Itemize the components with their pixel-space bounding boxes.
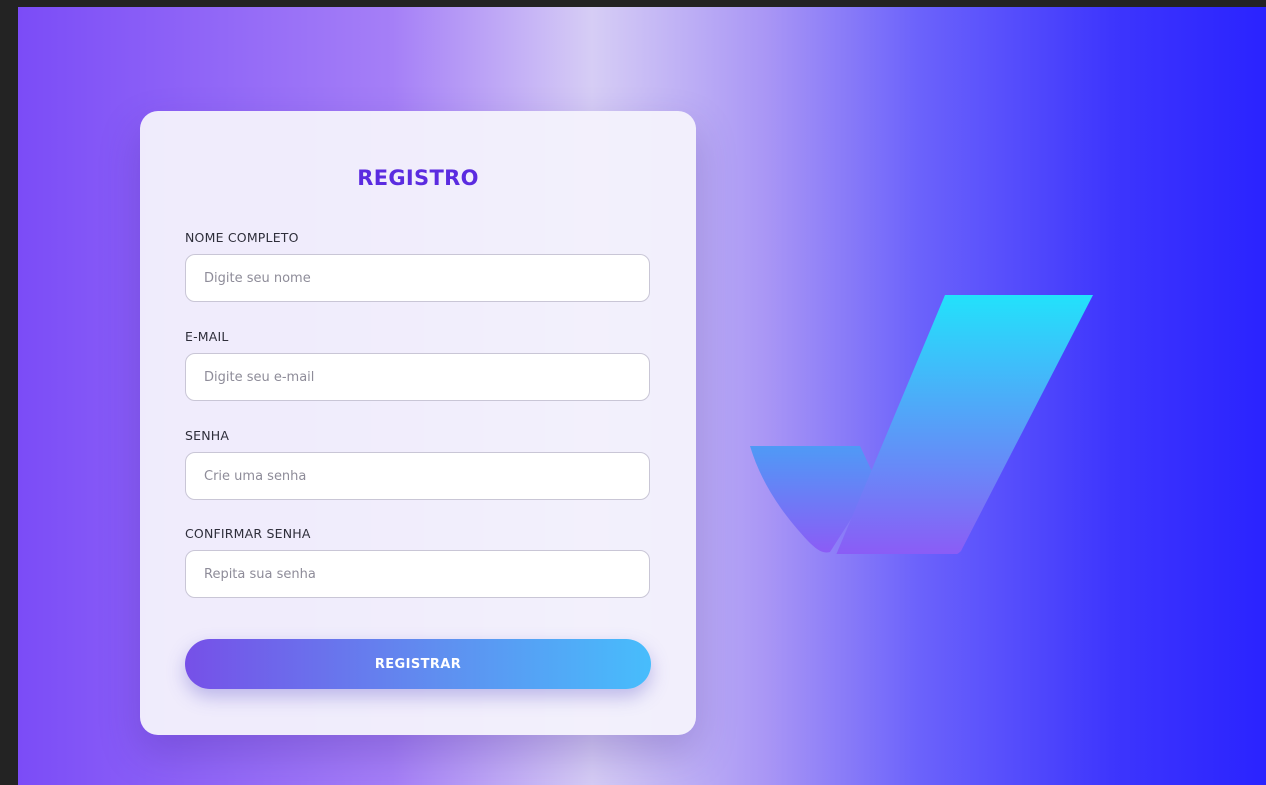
full-name-input[interactable] <box>185 254 650 302</box>
page-background: REGISTRO NOME COMPLETO E-MAIL SENHA CONF… <box>18 7 1266 785</box>
email-label: E-MAIL <box>185 329 229 344</box>
confirm-password-label: CONFIRMAR SENHA <box>185 526 311 541</box>
checkmark-logo-icon <box>750 295 1093 554</box>
checkmark-long-stroke <box>836 295 1093 554</box>
form-title: REGISTRO <box>357 166 479 190</box>
register-card: REGISTRO NOME COMPLETO E-MAIL SENHA CONF… <box>140 111 696 735</box>
confirm-password-input[interactable] <box>185 550 650 598</box>
register-button[interactable]: REGISTRAR <box>185 639 651 689</box>
password-input[interactable] <box>185 452 650 500</box>
email-input[interactable] <box>185 353 650 401</box>
password-label: SENHA <box>185 428 230 443</box>
full-name-label: NOME COMPLETO <box>185 230 299 245</box>
